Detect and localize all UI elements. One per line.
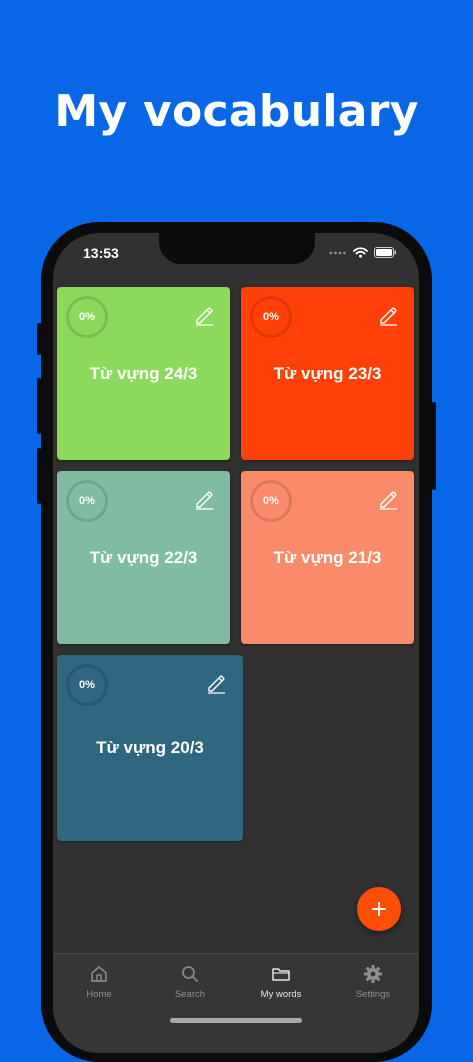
signal-icon [329,251,346,254]
nav-label: Home [86,989,112,1000]
nav-label: My words [260,989,302,1000]
edit-icon[interactable] [205,672,227,694]
status-time: 13:53 [83,245,119,261]
nav-item-search[interactable]: Search [144,964,236,1000]
edit-icon[interactable] [193,304,215,326]
bottom-nav: Home Search My words Settings [53,953,419,1053]
home-indicator [170,1018,302,1023]
phone-side-button [37,378,41,434]
vocab-card[interactable]: 0% Từ vựng 24/3 [57,287,230,460]
progress-ring: 0% [66,664,108,706]
folder-icon [272,968,290,981]
phone-side-button [432,402,436,490]
edit-icon[interactable] [377,304,399,326]
notch [159,233,315,264]
battery-icon [374,247,396,258]
status-icons [329,247,397,258]
plus-icon [372,902,386,916]
progress-ring: 0% [66,296,108,338]
vocab-card[interactable]: 0% Từ vựng 21/3 [241,471,414,644]
card-title: Từ vựng 22/3 [89,548,198,567]
card-title: Từ vựng 23/3 [273,364,382,383]
search-icon [182,966,198,982]
add-list-button[interactable] [357,887,401,931]
vocab-card[interactable]: 0% Từ vựng 22/3 [57,471,230,644]
progress-ring: 0% [250,296,292,338]
home-icon [91,966,107,982]
gear-icon [364,965,382,983]
wifi-icon [353,247,368,258]
nav-label: Search [174,989,206,1000]
nav-item-my-words[interactable]: My words [235,964,327,1000]
card-title: Từ vựng 24/3 [89,364,198,383]
vocab-card[interactable]: 0% Từ vựng 20/3 [57,655,243,841]
nav-item-settings[interactable]: Settings [327,964,419,1000]
phone-side-button [37,448,41,504]
edit-icon[interactable] [377,488,399,510]
vocab-card[interactable]: 0% Từ vựng 23/3 [241,287,414,460]
promo-title: My vocabulary [54,86,419,137]
phone-side-button [37,323,41,355]
nav-item-home[interactable]: Home [53,964,145,1000]
nav-label: Settings [355,989,391,1000]
edit-icon[interactable] [193,488,215,510]
card-title: Từ vựng 21/3 [273,548,382,567]
progress-ring: 0% [66,480,108,522]
progress-ring: 0% [250,480,292,522]
card-title: Từ vựng 20/3 [96,738,204,757]
app-screen: 13:53 0% Từ vựng 24/3 0% Từ vựng 23/3 0%… [53,233,419,1053]
